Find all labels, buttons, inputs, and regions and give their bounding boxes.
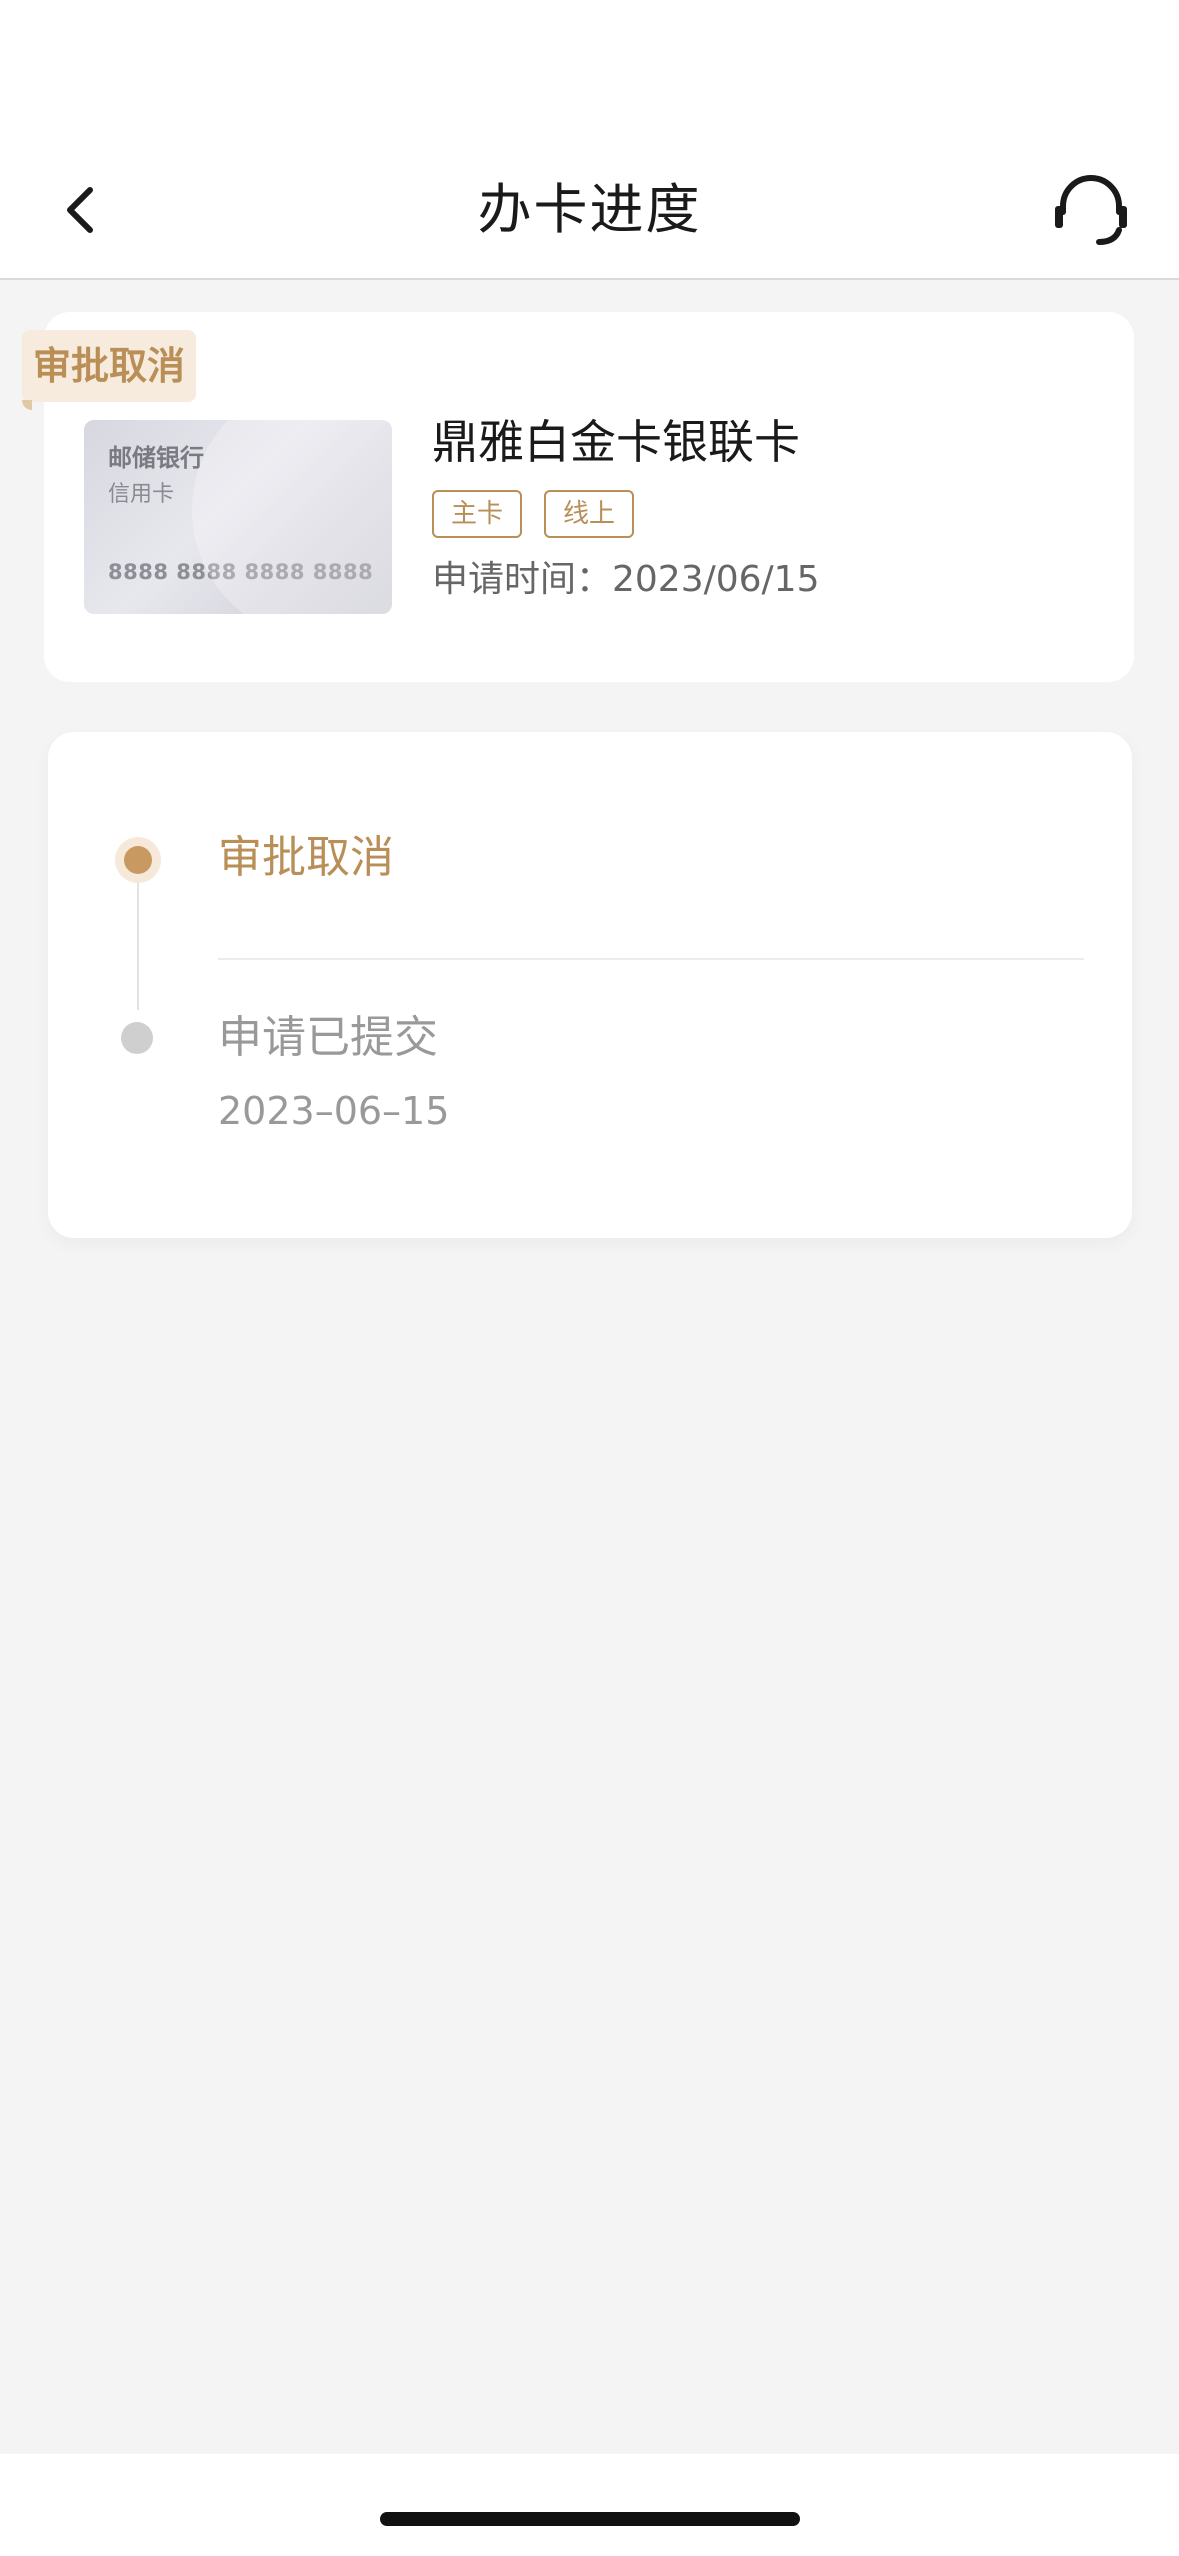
card-product-name: 鼎雅白金卡银联卡 — [432, 415, 800, 469]
status-badge: 审批取消 — [22, 330, 196, 402]
status-badge-fold — [22, 400, 32, 410]
timeline-divider — [218, 958, 1084, 960]
timeline-dot-active — [124, 846, 152, 874]
timeline-dot-inactive — [121, 1022, 153, 1054]
bottom-safe-area — [0, 2454, 1179, 2556]
card-number: 8888 8888 8888 8888 — [108, 560, 374, 584]
timeline-connector — [137, 880, 139, 1010]
navigation-bar: 办卡进度 — [0, 140, 1179, 280]
tag-online: 线上 — [544, 490, 634, 538]
customer-service-button[interactable] — [1043, 168, 1139, 252]
apply-time: 申请时间：2023/06/15 — [432, 559, 820, 600]
home-indicator[interactable] — [380, 2512, 800, 2526]
page-title: 办卡进度 — [477, 178, 702, 241]
card-type-label: 信用卡 — [108, 482, 175, 507]
status-bar-area — [0, 0, 1179, 140]
timeline-step-title-current: 审批取消 — [218, 832, 394, 883]
credit-card-image: 邮储银行 信用卡 8888 8888 8888 8888 — [84, 420, 392, 614]
timeline-step-date: 2023–06–15 — [218, 1089, 450, 1133]
timeline-step-title: 申请已提交 — [218, 1012, 438, 1063]
card-bank-name: 邮储银行 — [108, 444, 204, 472]
tag-primary-card: 主卡 — [432, 490, 522, 538]
progress-timeline — [48, 732, 1132, 1238]
headset-icon — [1055, 175, 1127, 245]
